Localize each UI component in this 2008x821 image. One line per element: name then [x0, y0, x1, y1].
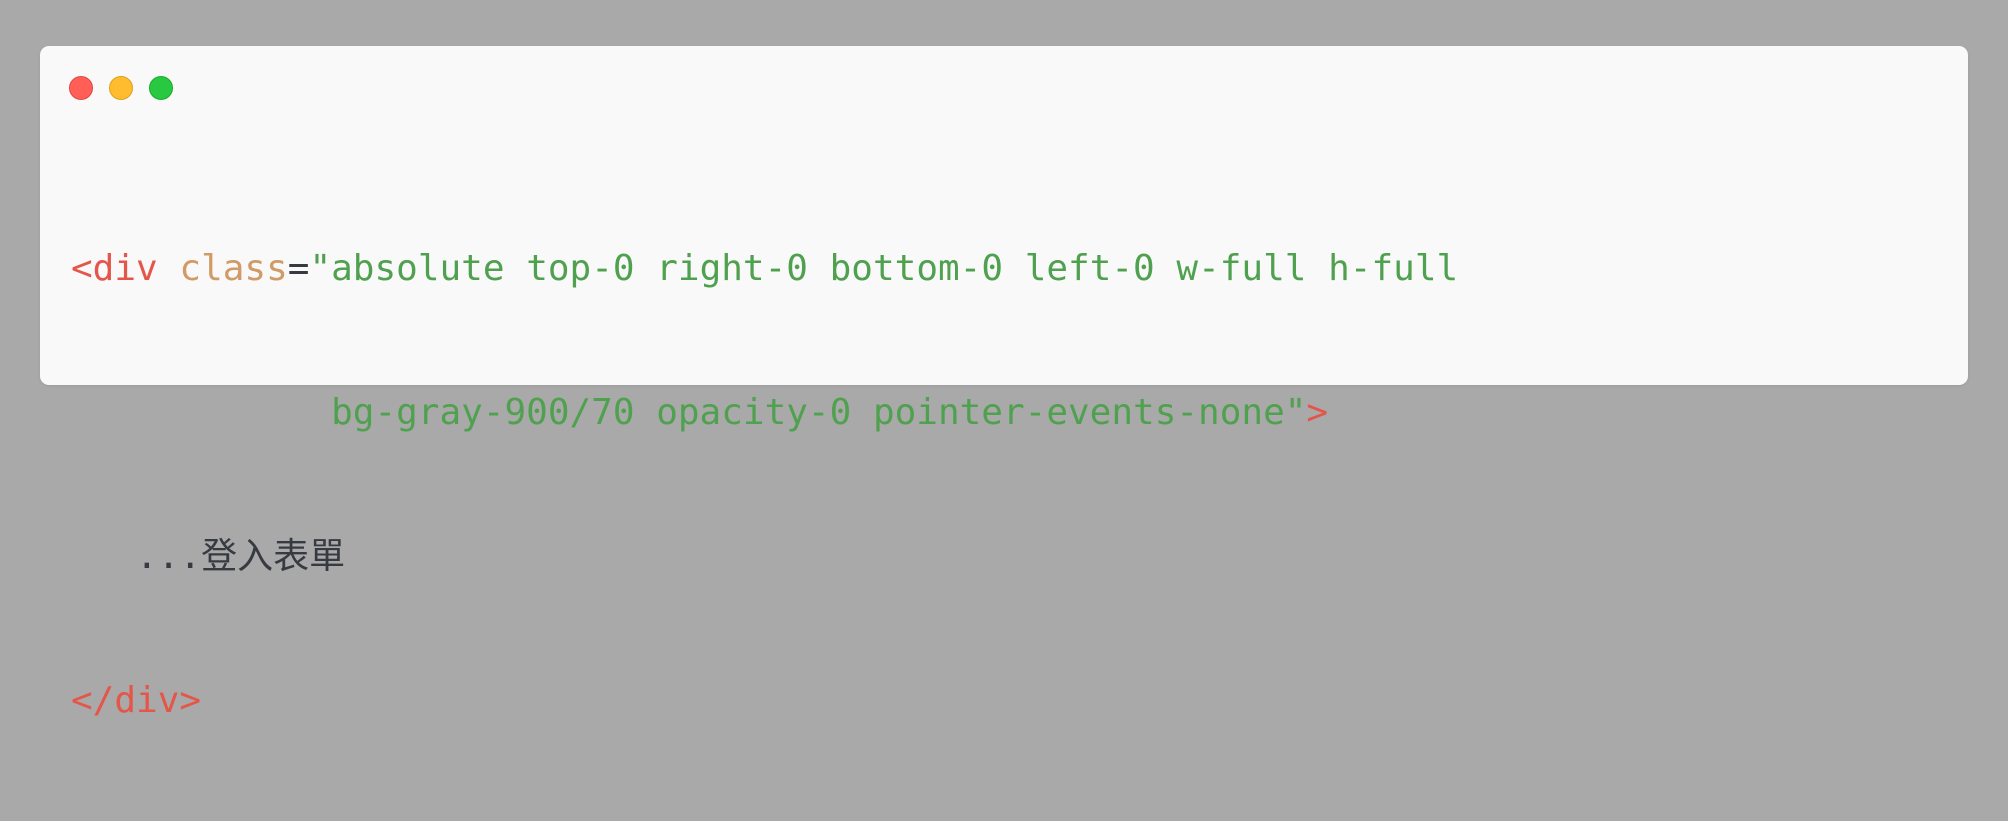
minimize-button[interactable]	[109, 76, 133, 100]
login-form-text: 登入表單	[201, 536, 346, 577]
code-block: <div class="absolute top-0 right-0 botto…	[71, 149, 1458, 821]
equals-sign: =	[287, 248, 310, 289]
tag-close-bracket: >	[1306, 392, 1329, 433]
code-line-3: ...登入表單	[71, 533, 1458, 581]
attr-value-part-1: "absolute top-0 right-0 bottom-0 left-0 …	[309, 248, 1459, 289]
ellipsis-text: ...	[136, 536, 202, 577]
tag-end: </div>	[71, 680, 202, 721]
code-line-1: <div class="absolute top-0 right-0 botto…	[71, 245, 1458, 293]
tag-open: <div	[71, 248, 158, 289]
code-line-4: </div>	[71, 677, 1458, 725]
code-window: <div class="absolute top-0 right-0 botto…	[40, 46, 1968, 721]
maximize-button[interactable]	[149, 76, 173, 100]
close-button[interactable]	[69, 76, 93, 100]
attr-value-part-2: bg-gray-900/70 opacity-0 pointer-events-…	[331, 392, 1307, 433]
attr-name: class	[179, 248, 288, 289]
code-line-2: bg-gray-900/70 opacity-0 pointer-events-…	[71, 389, 1458, 437]
